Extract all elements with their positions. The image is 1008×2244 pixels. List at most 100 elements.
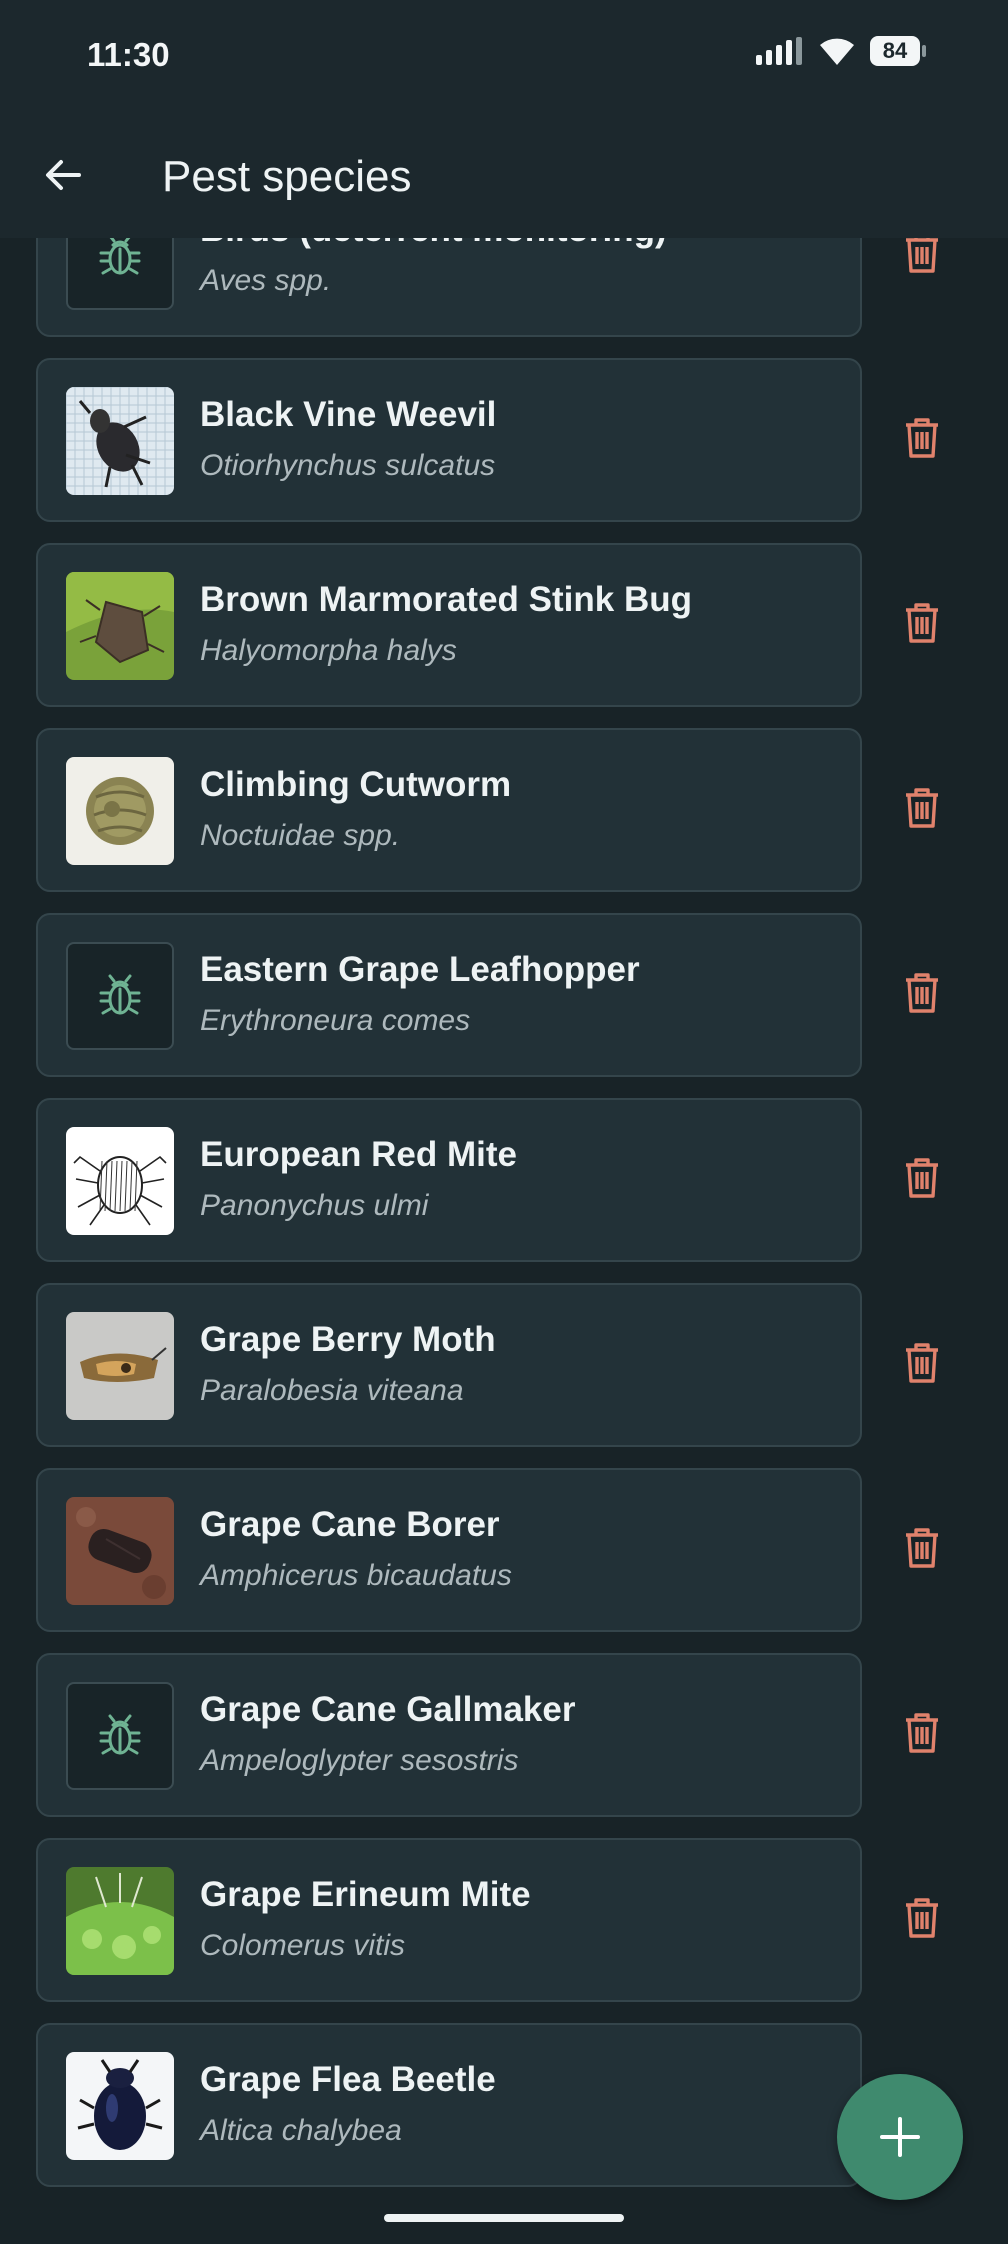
pest-row: Grape Erineum Mite Colomerus vitis [0,1838,1008,2023]
pest-row: Birds (deterrent monitoring) Aves spp. [0,238,1008,358]
trash-icon [906,1343,938,1383]
pest-list: Birds (deterrent monitoring) Aves spp. B… [0,238,1008,2208]
delete-pest-button[interactable] [894,770,950,846]
pest-scientific-name: Colomerus vitis [200,1929,406,1962]
battery-level: 84 [882,38,908,63]
battery-icon: 84 [870,36,926,66]
status-bar: 11:30 84 [0,0,1008,112]
trash-icon [906,603,938,643]
delete-pest-button[interactable] [894,1510,950,1586]
pest-row: Black Vine Weevil Otiorhynchus sulcatus [0,358,1008,543]
pest-common-name: Grape Cane Borer [200,1505,500,1544]
pest-thumbnail [66,1312,174,1420]
trash-icon [906,1528,938,1568]
pest-thumbnail [66,572,174,680]
bug-icon [99,974,141,1015]
pest-common-name: Grape Flea Beetle [200,2060,496,2099]
pest-scientific-name: Halyomorpha halys [200,634,457,667]
pest-scientific-name: Panonychus ulmi [200,1189,429,1222]
pest-card[interactable]: Grape Flea Beetle Altica chalybea [36,2023,862,2187]
pest-scientific-name: Altica chalybea [200,2114,402,2147]
pest-thumbnail [66,942,174,1050]
wifi-icon [820,38,854,65]
pest-card[interactable]: Grape Cane Borer Amphicerus bicaudatus [36,1468,862,1632]
pest-list-viewport[interactable]: Birds (deterrent monitoring) Aves spp. B… [0,238,1008,2244]
trash-icon [906,1158,938,1198]
trash-icon [906,973,938,1013]
mite-drawing [66,1127,174,1235]
pest-card[interactable]: Grape Berry Moth Paralobesia viteana [36,1283,862,1447]
bug-icon [99,1714,141,1755]
pest-scientific-name: Amphicerus bicaudatus [200,1559,512,1592]
pest-card[interactable]: Brown Marmorated Stink Bug Halyomorpha h… [36,543,862,707]
trash-icon [906,1898,938,1938]
beetle-photo [66,2052,174,2160]
pest-scientific-name: Aves spp. [200,264,332,297]
pest-card[interactable]: Grape Cane Gallmaker Ampeloglypter sesos… [36,1653,862,1817]
pest-thumbnail [66,387,174,495]
pest-common-name: Eastern Grape Leafhopper [200,950,640,989]
delete-pest-button[interactable] [894,955,950,1031]
pest-common-name: Climbing Cutworm [200,765,512,804]
pest-row: European Red Mite Panonychus ulmi [0,1098,1008,1283]
delete-pest-button[interactable] [894,400,950,476]
bug-icon [99,238,141,275]
pest-row: Grape Berry Moth Paralobesia viteana [0,1283,1008,1468]
stinkbug-photo [66,572,174,680]
arrow-left-icon [46,160,81,190]
pest-scientific-name: Ampeloglypter sesostris [200,1744,519,1777]
borer-photo [66,1497,174,1605]
plus-icon [880,2117,920,2157]
weevil-photo [66,387,174,495]
delete-pest-button[interactable] [894,585,950,661]
pest-row: Grape Cane Borer Amphicerus bicaudatus [0,1468,1008,1653]
pest-scientific-name: Otiorhynchus sulcatus [200,449,496,482]
pest-card[interactable]: Birds (deterrent monitoring) Aves spp. [36,238,862,337]
cutworm-photo [66,757,174,865]
pest-common-name: Black Vine Weevil [200,395,497,434]
pest-card[interactable]: European Red Mite Panonychus ulmi [36,1098,862,1262]
pest-thumbnail [66,1497,174,1605]
delete-pest-button[interactable] [894,1140,950,1216]
delete-pest-button[interactable] [894,1880,950,1956]
pest-thumbnail [66,2052,174,2160]
pest-card[interactable]: Black Vine Weevil Otiorhynchus sulcatus [36,358,862,522]
home-indicator[interactable] [384,2214,624,2222]
status-time: 11:30 [87,36,170,73]
signal-icon [756,37,802,65]
pest-row: Climbing Cutworm Noctuidae spp. [0,728,1008,913]
back-button[interactable] [30,142,96,208]
delete-pest-button[interactable] [894,238,950,291]
pest-common-name: Grape Berry Moth [200,1320,496,1359]
pest-scientific-name: Noctuidae spp. [200,819,401,852]
trash-icon [906,418,938,458]
pest-thumbnail [66,1127,174,1235]
pest-card[interactable]: Climbing Cutworm Noctuidae spp. [36,728,862,892]
pest-card[interactable]: Eastern Grape Leafhopper Erythroneura co… [36,913,862,1077]
pest-scientific-name: Paralobesia viteana [200,1374,464,1407]
pest-thumbnail [66,1682,174,1790]
moth-photo [66,1312,174,1420]
pest-common-name: Grape Erineum Mite [200,1875,531,1914]
pest-row: Brown Marmorated Stink Bug Halyomorpha h… [0,543,1008,728]
trash-icon [906,1713,938,1753]
pest-common-name: Brown Marmorated Stink Bug [200,580,692,619]
status-icons: 84 [756,36,926,66]
pest-scientific-name: Erythroneura comes [200,1004,471,1037]
app-bar: Pest species [0,112,1008,238]
pest-common-name: Birds (deterrent monitoring) [200,238,667,250]
add-pest-button[interactable] [837,2074,963,2200]
pest-thumbnail [66,1867,174,1975]
leaf-photo [66,1867,174,1975]
pest-common-name: European Red Mite [200,1135,517,1174]
pest-card[interactable]: Grape Erineum Mite Colomerus vitis [36,1838,862,2002]
delete-pest-button[interactable] [894,1325,950,1401]
trash-icon [906,788,938,828]
delete-pest-button[interactable] [894,1695,950,1771]
trash-icon [906,238,938,273]
pest-row: Eastern Grape Leafhopper Erythroneura co… [0,913,1008,1098]
pest-thumbnail [66,238,174,310]
pest-common-name: Grape Cane Gallmaker [200,1690,576,1729]
pest-row: Grape Cane Gallmaker Ampeloglypter sesos… [0,1653,1008,1838]
page-title: Pest species [162,152,412,201]
